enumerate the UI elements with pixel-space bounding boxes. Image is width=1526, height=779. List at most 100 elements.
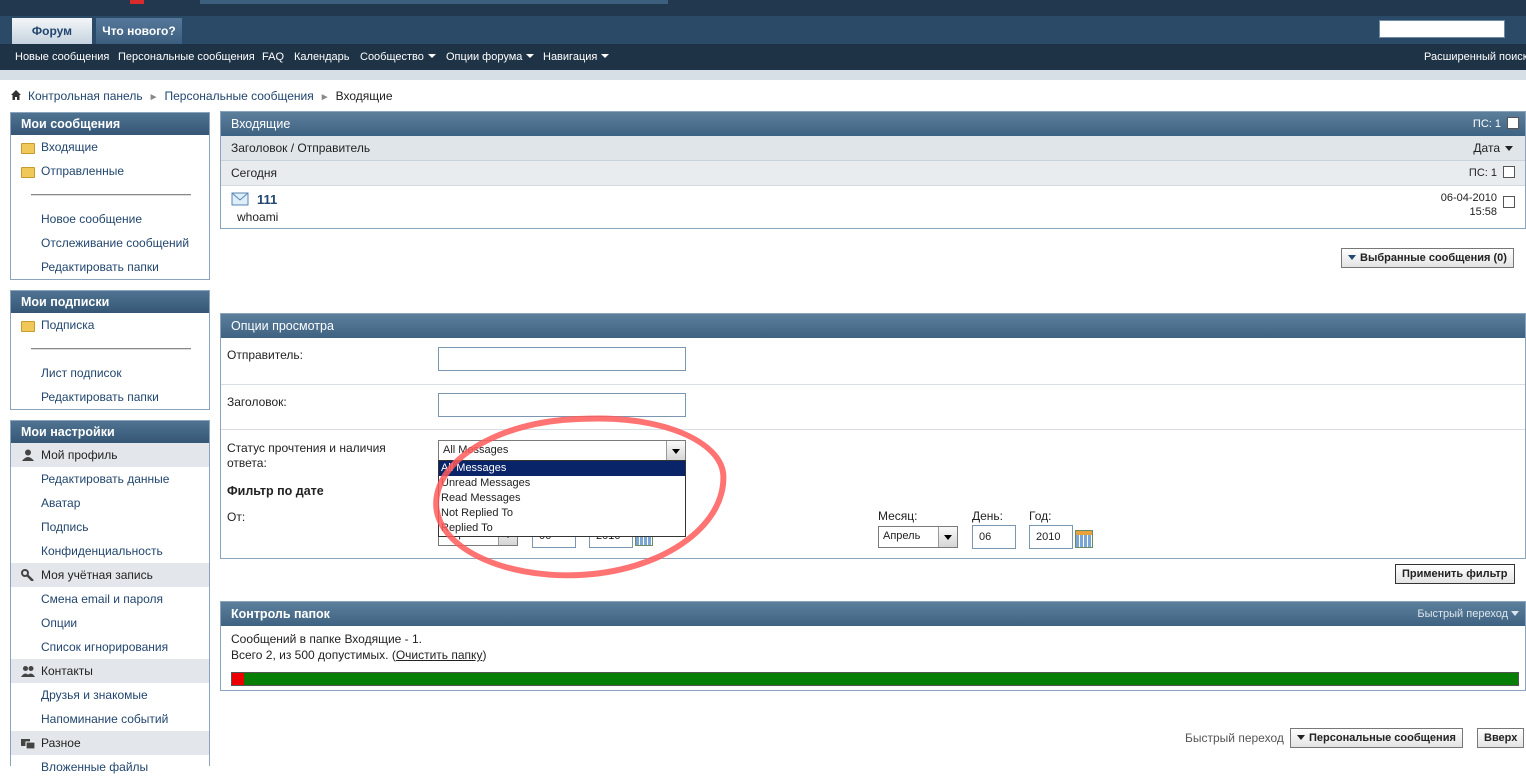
status-option[interactable]: Read Messages: [439, 491, 685, 506]
sidebar-item-sent[interactable]: Отправленные: [11, 159, 209, 183]
sidebar-item-attachments[interactable]: Вложенные файлы: [11, 755, 209, 779]
folder-control-header: Контроль папок Быстрый переход: [221, 602, 1525, 626]
status-select[interactable]: All Messages: [438, 440, 686, 462]
sender-input[interactable]: [438, 347, 686, 371]
sidebar-item-options[interactable]: Опции: [11, 611, 209, 635]
to-month-select[interactable]: Апрель: [878, 526, 958, 548]
folder-usage-fill: [232, 673, 244, 685]
sidebar-divider: [11, 183, 209, 207]
sidebar-item-label[interactable]: Новое сообщение: [41, 212, 142, 226]
sidebar-item-ignore-list[interactable]: Список игнорирования: [11, 635, 209, 659]
sidebar-item-event-reminders[interactable]: Напоминание событий: [11, 707, 209, 731]
select-all-checkbox[interactable]: [1507, 117, 1519, 129]
to-day-input[interactable]: 06: [972, 525, 1016, 549]
sidebar-item-track-messages[interactable]: Отслеживание сообщений: [11, 231, 209, 255]
to-month-label: Месяц:: [878, 509, 918, 523]
sidebar-heading: Мои сообщения: [11, 113, 209, 135]
advanced-search-link[interactable]: Расширенный поиск: [1424, 44, 1526, 70]
nav-private-messages[interactable]: Персональные сообщения: [118, 44, 255, 70]
calendar-icon[interactable]: [1075, 530, 1093, 548]
tab-forum[interactable]: Форум: [12, 18, 92, 44]
sidebar-item-label[interactable]: Конфиденциальность: [41, 544, 163, 558]
status-option[interactable]: Replied To: [439, 521, 685, 536]
tab-whats-new[interactable]: Что нового?: [96, 18, 182, 44]
nav-faq[interactable]: FAQ: [262, 44, 284, 70]
selected-messages-button[interactable]: Выбранные сообщения (0): [1341, 248, 1514, 268]
to-year-input[interactable]: 2010: [1029, 525, 1073, 549]
breadcrumb-control-panel[interactable]: Контрольная панель: [28, 89, 143, 103]
nav-community-label: Сообщество: [360, 51, 424, 63]
nav-forum-options[interactable]: Опции форума: [446, 44, 535, 70]
nav-community[interactable]: Сообщество: [360, 44, 436, 70]
status-option[interactable]: All Messages: [439, 461, 685, 476]
sidebar-item-edit-folders[interactable]: Редактировать папки: [11, 385, 209, 409]
column-title-sender[interactable]: Заголовок / Отправитель: [231, 141, 370, 155]
breadcrumb-private-messages[interactable]: Персональные сообщения: [165, 89, 314, 103]
nav-navigation[interactable]: Навигация: [543, 44, 610, 70]
sidebar-item-label[interactable]: Опции: [41, 616, 77, 630]
sidebar-my-messages: Мои сообщения Входящие Отправленные Ново…: [10, 112, 210, 280]
chevron-down-icon: [526, 54, 535, 58]
sidebar-item-edit-folders[interactable]: Редактировать папки: [11, 255, 209, 279]
home-icon[interactable]: [10, 89, 22, 101]
sidebar-item-label[interactable]: Список игнорирования: [41, 640, 168, 654]
sidebar-item-label[interactable]: Отслеживание сообщений: [41, 236, 189, 250]
sidebar-item-label[interactable]: Отправленные: [41, 164, 124, 178]
subject-input[interactable]: [438, 393, 686, 417]
status-label: Статус прочтения и наличия ответа:: [227, 441, 386, 470]
sidebar-item-inbox[interactable]: Входящие: [11, 135, 209, 159]
status-option[interactable]: Unread Messages: [439, 476, 685, 491]
column-date[interactable]: Дата: [1473, 136, 1513, 160]
view-options-header: Опции просмотра: [221, 314, 1525, 338]
select-group-checkbox[interactable]: [1503, 166, 1515, 178]
message-row[interactable]: 111 whoami 06-04-2010 15:58: [221, 186, 1525, 228]
sidebar-item-label[interactable]: Смена email и пароля: [41, 592, 163, 606]
to-year-value: 2010: [1036, 531, 1061, 543]
sidebar-item-friends[interactable]: Друзья и знакомые: [11, 683, 209, 707]
message-time: 15:58: [1469, 206, 1497, 218]
nav-new-posts[interactable]: Новые сообщения: [15, 44, 109, 70]
nav-navigation-label: Навигация: [543, 51, 598, 63]
back-to-top-button[interactable]: Вверх: [1477, 728, 1525, 748]
sidebar-item-subscription-list[interactable]: Лист подписок: [11, 361, 209, 385]
sidebar-item-label[interactable]: Вложенные файлы: [41, 760, 148, 774]
sidebar-item-label[interactable]: Подпись: [41, 520, 89, 534]
from-label: От:: [227, 510, 246, 524]
sidebar-item-label[interactable]: Входящие: [41, 140, 98, 154]
sidebar-item-edit-details[interactable]: Редактировать данные: [11, 467, 209, 491]
quick-nav-link[interactable]: Быстрый переход: [1417, 602, 1519, 626]
sidebar-item-label[interactable]: Напоминание событий: [41, 712, 168, 726]
search-input[interactable]: [1379, 20, 1505, 38]
apply-filter-button[interactable]: Применить фильтр: [1395, 564, 1515, 584]
subject-label: Заголовок:: [227, 395, 287, 409]
sidebar-item-label[interactable]: Редактировать папки: [41, 390, 159, 404]
sidebar-item-label[interactable]: Аватар: [41, 496, 80, 510]
folder-usage-bar: [231, 672, 1519, 686]
sidebar-item-label[interactable]: Редактировать данные: [41, 472, 169, 486]
footer-quick-nav-select[interactable]: Персональные сообщения: [1290, 728, 1463, 748]
message-checkbox[interactable]: [1503, 196, 1515, 208]
sidebar-my-settings: Мои настройки Мой профиль Редактировать …: [10, 420, 210, 774]
sidebar-item-label[interactable]: Лист подписок: [41, 366, 122, 380]
sidebar-item-change-email[interactable]: Смена email и пароля: [11, 587, 209, 611]
nav-calendar[interactable]: Календарь: [294, 44, 350, 70]
sidebar-item-signature[interactable]: Подпись: [11, 515, 209, 539]
pm-count-label: ПС: 1: [1472, 118, 1501, 130]
clear-folder-link[interactable]: Очистить папку: [396, 648, 483, 662]
sidebar-item-privacy[interactable]: Конфиденциальность: [11, 539, 209, 563]
breadcrumb-separator-icon: ►: [319, 92, 330, 103]
status-option[interactable]: Not Replied To: [439, 506, 685, 521]
group-label: Сегодня: [231, 166, 277, 180]
chevron-down-icon[interactable]: [666, 441, 685, 461]
sidebar-item-new-message[interactable]: Новое сообщение: [11, 207, 209, 231]
navbar: Новые сообщения Персональные сообщения F…: [0, 44, 1526, 70]
sidebar-section-misc: Разное: [11, 731, 209, 755]
chevron-down-icon[interactable]: [938, 527, 957, 547]
message-title[interactable]: 111: [257, 192, 277, 207]
sidebar-item-avatar[interactable]: Аватар: [11, 491, 209, 515]
sidebar-item-label[interactable]: Редактировать папки: [41, 260, 159, 274]
inbox-title: Входящие: [231, 117, 291, 131]
sidebar-item-label[interactable]: Подписка: [41, 318, 94, 332]
sidebar-item-label[interactable]: Друзья и знакомые: [41, 688, 148, 702]
sidebar-item-subscription[interactable]: Подписка: [11, 313, 209, 337]
